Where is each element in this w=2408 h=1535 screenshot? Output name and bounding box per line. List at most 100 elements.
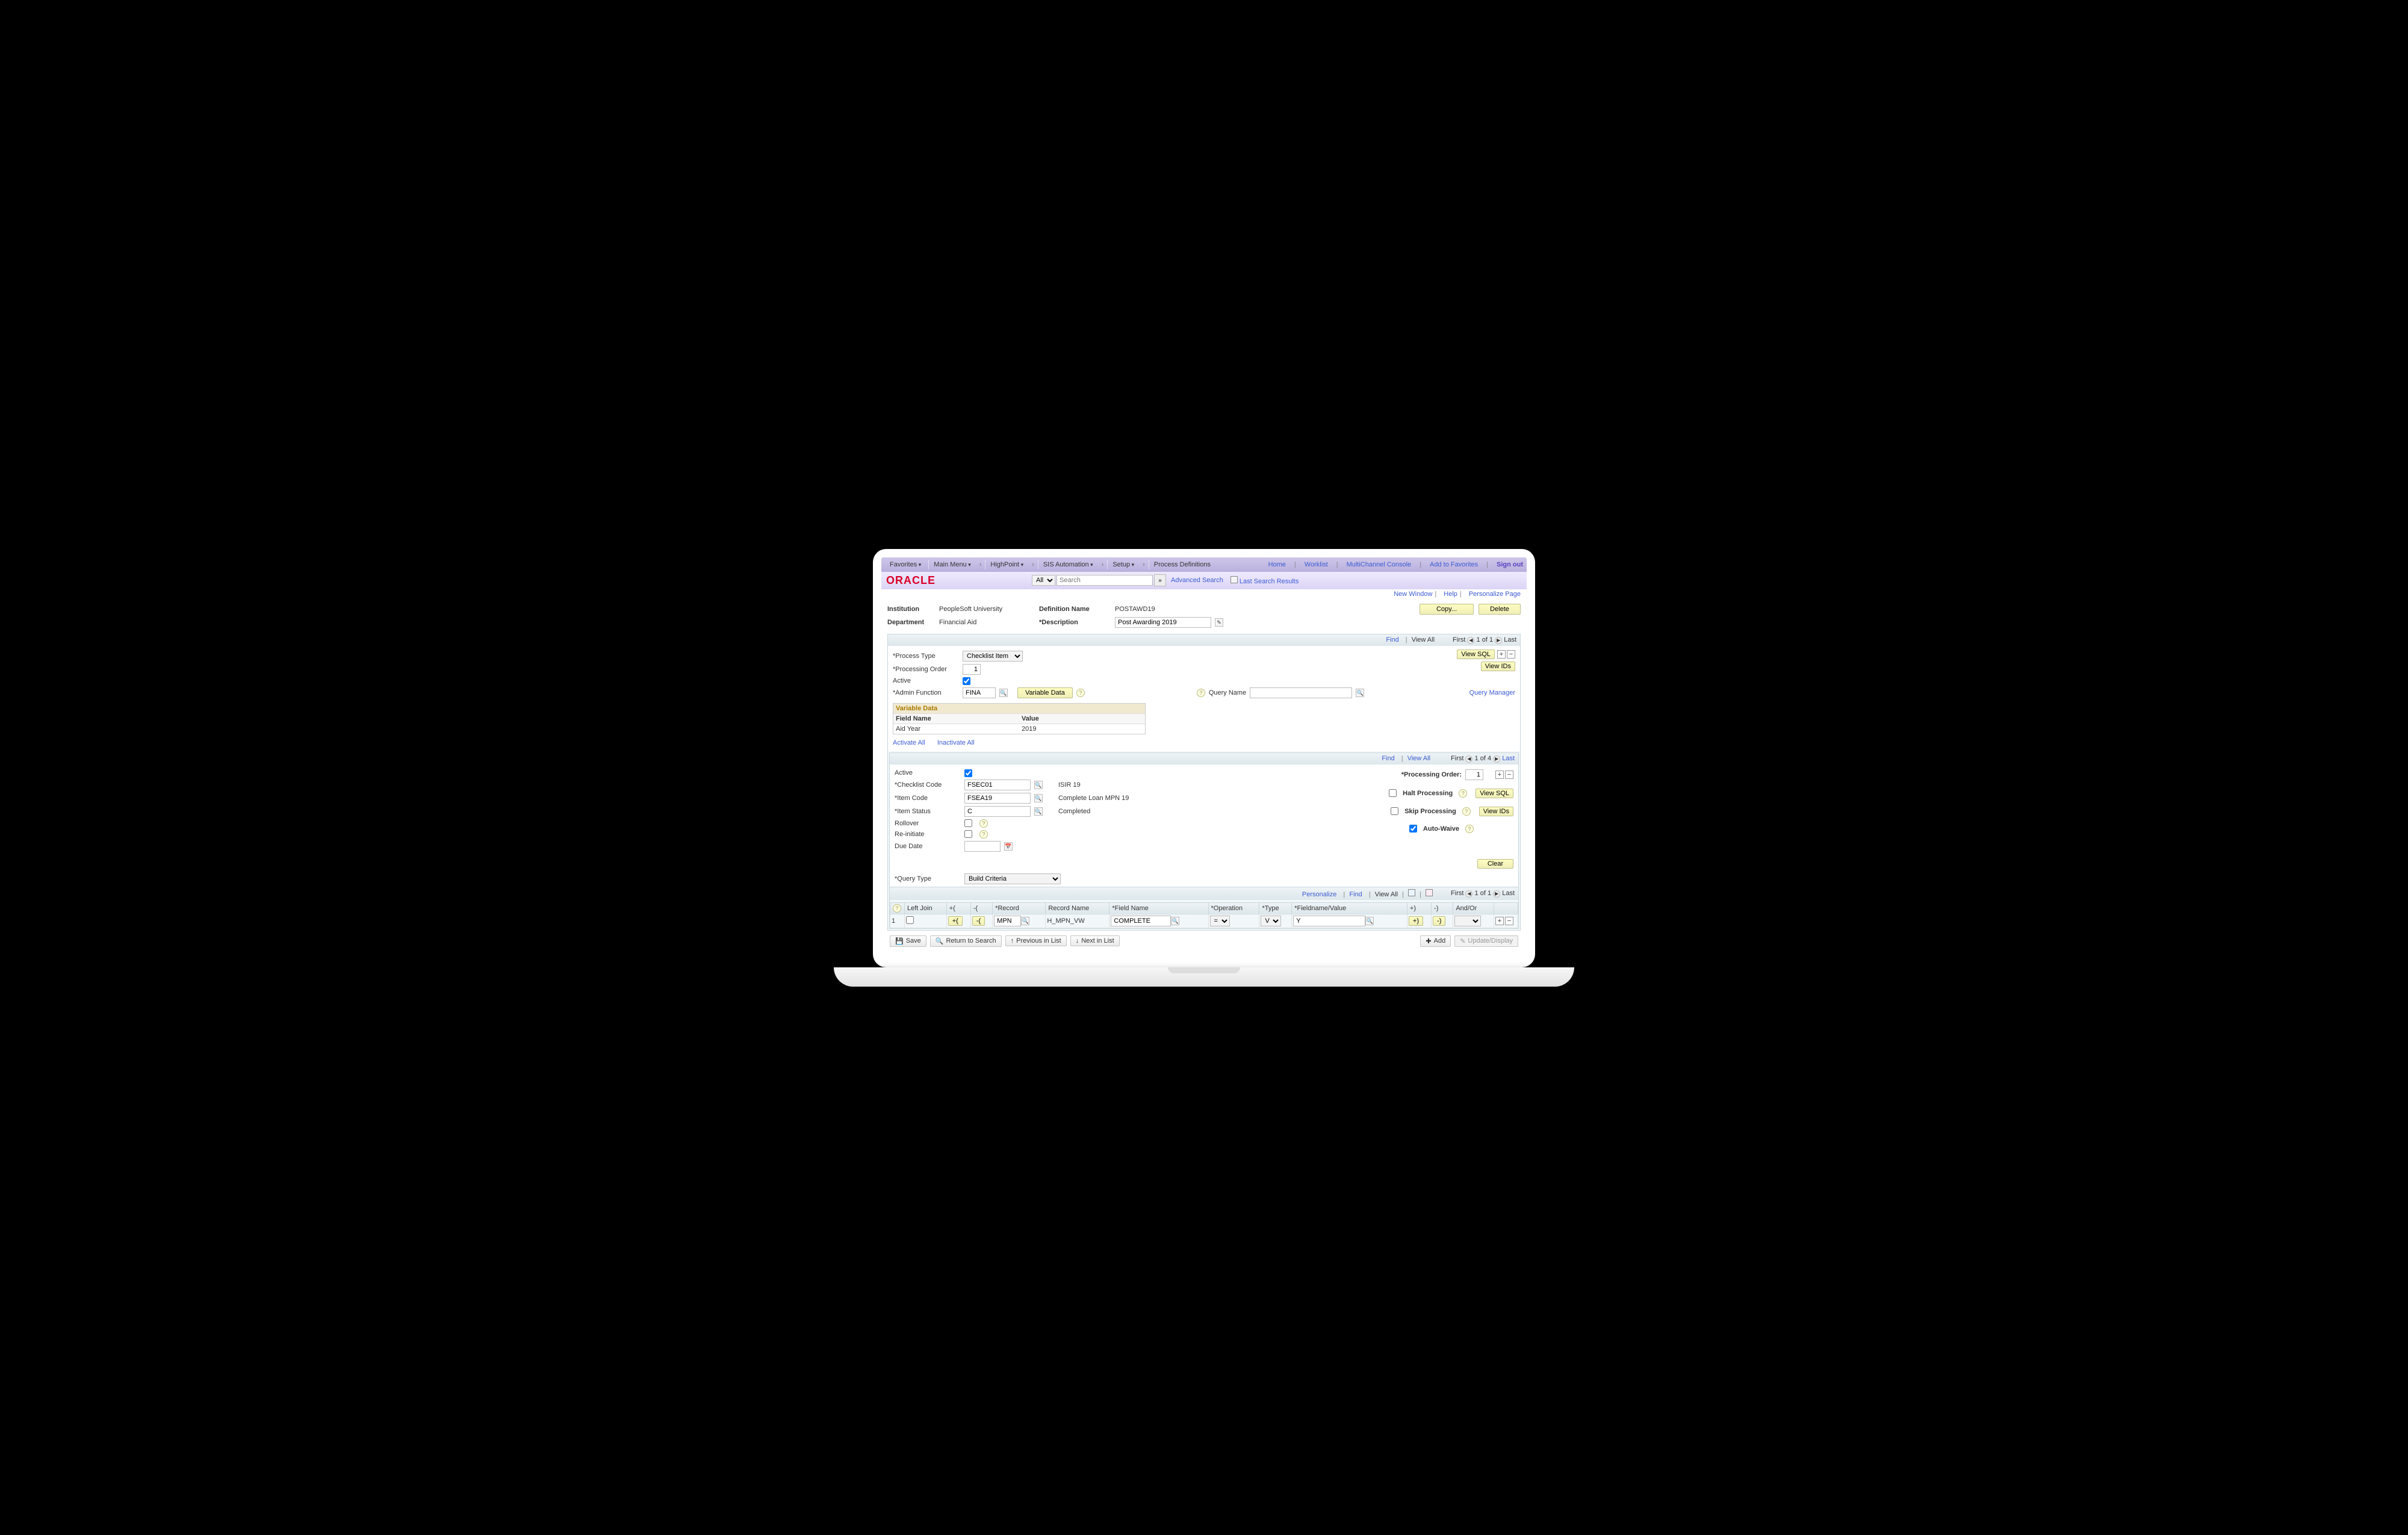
find-link[interactable]: Find: [1386, 636, 1398, 643]
favorites-menu[interactable]: Favorites: [885, 560, 926, 569]
detail-find-link[interactable]: Find: [1382, 755, 1394, 762]
help-icon[interactable]: ?: [1465, 825, 1474, 833]
help-icon[interactable]: ?: [979, 819, 988, 828]
clear-button[interactable]: Clear: [1477, 859, 1513, 869]
help-icon[interactable]: ?: [1076, 689, 1085, 697]
calendar-icon[interactable]: 📅: [1004, 842, 1013, 851]
copy-button[interactable]: Copy...: [1420, 604, 1474, 615]
admin-function-input[interactable]: [963, 687, 996, 698]
query-manager-link[interactable]: Query Manager: [1469, 689, 1515, 696]
add-criteria-row-button[interactable]: +: [1495, 917, 1504, 925]
type-select[interactable]: V: [1261, 916, 1281, 926]
fieldvalue-input[interactable]: [1293, 916, 1365, 926]
paren-close-plus-button[interactable]: +): [1409, 916, 1423, 926]
query-name-input[interactable]: [1250, 687, 1352, 698]
help-icon[interactable]: ?: [1197, 689, 1205, 697]
detail-viewall-link[interactable]: View All: [1407, 755, 1430, 762]
add-button[interactable]: ✚Add: [1420, 935, 1451, 947]
duedate-input[interactable]: [964, 841, 1001, 852]
add-row-button[interactable]: +: [1495, 771, 1504, 779]
new-window-link[interactable]: New Window: [1394, 591, 1432, 598]
autowaive-checkbox[interactable]: [1409, 825, 1417, 833]
crumb-highpoint[interactable]: HighPoint: [985, 560, 1028, 569]
save-button[interactable]: 💾Save: [890, 935, 926, 947]
detail-active-checkbox[interactable]: [964, 769, 972, 777]
prev-arrow-icon[interactable]: ◀: [1465, 755, 1472, 763]
detail-viewsql-button[interactable]: View SQL: [1476, 789, 1513, 798]
help-link[interactable]: Help: [1444, 591, 1457, 598]
signout-link[interactable]: Sign out: [1497, 561, 1523, 568]
criteria-find-link[interactable]: Find: [1349, 891, 1362, 898]
fieldname-input[interactable]: [1111, 916, 1171, 926]
last-search-link[interactable]: Last Search Results: [1240, 578, 1299, 585]
lookup-icon[interactable]: 🔍: [1365, 917, 1374, 925]
next-arrow-icon[interactable]: ▶: [1495, 637, 1502, 644]
detail-procorder-input[interactable]: [1465, 769, 1483, 780]
checklist-code-input[interactable]: [964, 780, 1031, 790]
record-input[interactable]: [994, 916, 1021, 926]
mainmenu-menu[interactable]: Main Menu: [928, 560, 975, 569]
paren-open-minus-button[interactable]: -(: [972, 916, 985, 926]
crumb-sis-automation[interactable]: SIS Automation: [1038, 560, 1098, 569]
advanced-search-link[interactable]: Advanced Search: [1171, 577, 1223, 584]
halt-checkbox[interactable]: [1389, 789, 1397, 797]
crumb-process-definitions[interactable]: Process Definitions: [1149, 560, 1215, 569]
activate-all-link[interactable]: Activate All: [893, 739, 925, 746]
zoom-icon[interactable]: [1408, 889, 1415, 896]
help-icon[interactable]: ?: [1462, 807, 1471, 816]
inactivate-all-link[interactable]: Inactivate All: [937, 739, 975, 746]
lookup-icon[interactable]: 🔍: [1171, 917, 1179, 925]
lookup-icon[interactable]: 🔍: [1034, 781, 1043, 789]
item-status-input[interactable]: [964, 806, 1031, 817]
search-go-button[interactable]: »: [1154, 574, 1166, 586]
leftjoin-checkbox[interactable]: [906, 916, 914, 924]
delete-criteria-row-button[interactable]: −: [1505, 917, 1513, 925]
operation-select[interactable]: =: [1210, 916, 1230, 926]
view-sql-button[interactable]: View SQL: [1457, 650, 1495, 659]
lookup-icon[interactable]: 🔍: [999, 689, 1008, 697]
prev-arrow-icon[interactable]: ◀: [1465, 890, 1472, 898]
lookup-icon[interactable]: 🔍: [1356, 689, 1364, 697]
view-ids-button[interactable]: View IDs: [1481, 662, 1515, 671]
multichannel-link[interactable]: MultiChannel Console: [1347, 561, 1412, 568]
variable-data-button[interactable]: Variable Data: [1017, 687, 1073, 698]
description-input[interactable]: [1115, 617, 1211, 628]
skip-checkbox[interactable]: [1391, 807, 1398, 815]
rollover-checkbox[interactable]: [964, 819, 972, 827]
previous-in-list-button[interactable]: ↑Previous in List: [1005, 935, 1067, 946]
worklist-link[interactable]: Worklist: [1305, 561, 1328, 568]
help-icon[interactable]: ?: [1459, 789, 1467, 798]
lookup-icon[interactable]: 🔍: [1021, 917, 1029, 925]
detail-viewids-button[interactable]: View IDs: [1479, 807, 1513, 816]
detail-last-link[interactable]: Last: [1502, 755, 1515, 762]
criteria-personalize-link[interactable]: Personalize: [1302, 891, 1336, 898]
download-icon[interactable]: [1426, 889, 1433, 896]
paren-close-minus-button[interactable]: -): [1433, 916, 1445, 926]
help-icon[interactable]: ?: [979, 830, 988, 839]
delete-row-button[interactable]: −: [1507, 650, 1515, 659]
home-link[interactable]: Home: [1268, 561, 1286, 568]
spellcheck-icon[interactable]: ✎: [1215, 618, 1223, 627]
lookup-icon[interactable]: 🔍: [1034, 794, 1043, 802]
personalize-page-link[interactable]: Personalize Page: [1469, 591, 1521, 598]
return-to-search-button[interactable]: 🔍Return to Search: [930, 935, 1002, 947]
andor-select[interactable]: [1454, 916, 1481, 926]
next-arrow-icon[interactable]: ▶: [1493, 890, 1500, 898]
item-code-input[interactable]: [964, 793, 1031, 804]
active-checkbox[interactable]: [963, 677, 970, 685]
process-type-select[interactable]: Checklist Item: [963, 651, 1023, 662]
reinitiate-checkbox[interactable]: [964, 830, 972, 838]
delete-button[interactable]: Delete: [1479, 604, 1521, 615]
next-arrow-icon[interactable]: ▶: [1493, 755, 1500, 763]
prev-arrow-icon[interactable]: ◀: [1467, 637, 1474, 644]
add-row-button[interactable]: +: [1497, 650, 1506, 659]
help-icon[interactable]: ?: [893, 904, 901, 913]
processing-order-input[interactable]: [963, 664, 981, 675]
paren-open-plus-button[interactable]: +(: [948, 916, 963, 926]
search-input[interactable]: [1057, 575, 1153, 586]
next-in-list-button[interactable]: ↓Next in List: [1070, 935, 1120, 946]
add-favorites-link[interactable]: Add to Favorites: [1430, 561, 1478, 568]
crumb-setup[interactable]: Setup: [1107, 560, 1139, 569]
delete-row-button[interactable]: −: [1505, 771, 1513, 779]
lookup-icon[interactable]: 🔍: [1034, 807, 1043, 816]
